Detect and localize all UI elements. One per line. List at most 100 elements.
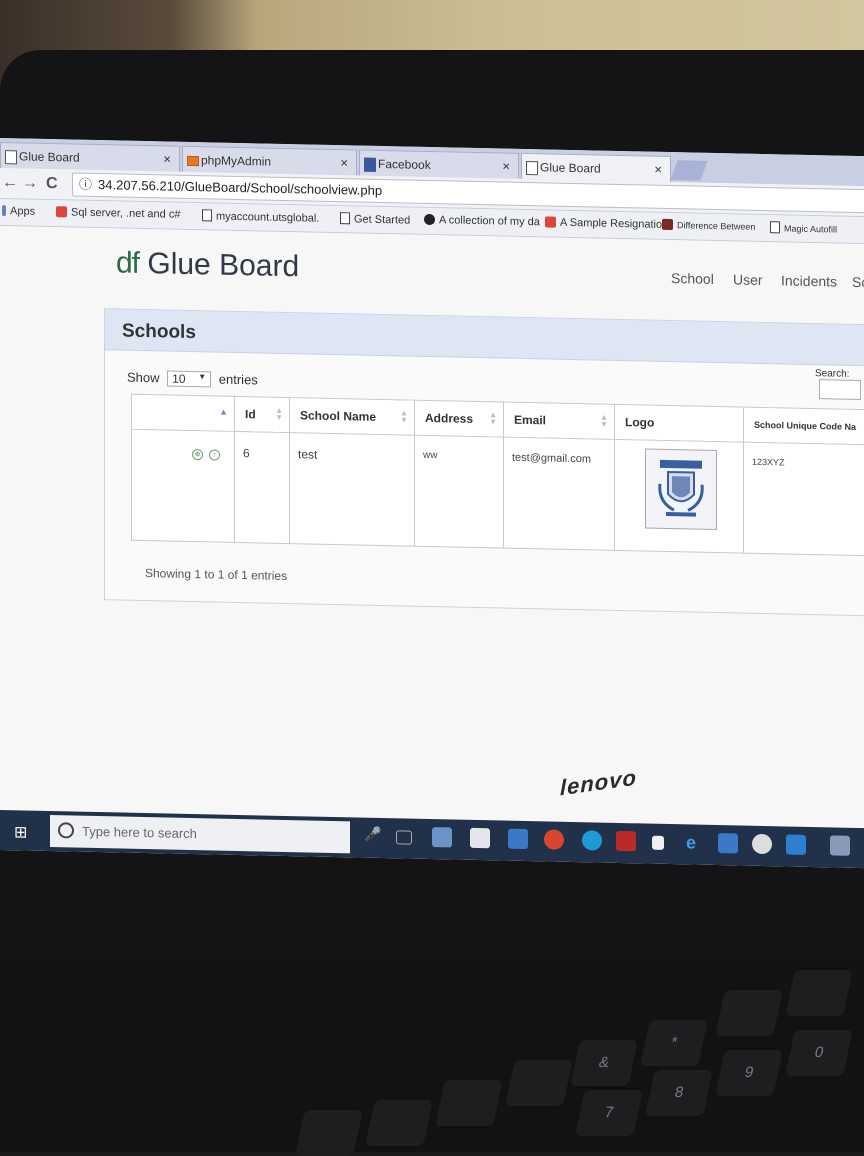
sort-icon: ▲▼	[489, 411, 497, 425]
entries-select[interactable]: 10 ▼	[167, 371, 211, 388]
column-header-email[interactable]: Email▲▼	[504, 402, 615, 439]
notes-icon[interactable]	[652, 836, 664, 850]
system-tray-icon[interactable]	[830, 835, 850, 855]
skype-icon[interactable]	[582, 830, 602, 850]
tab-glue-board-2[interactable]: Glue Board ×	[521, 153, 671, 182]
close-icon[interactable]: ×	[340, 150, 348, 176]
windows-start-icon[interactable]: ⊞	[14, 822, 27, 842]
brand-prefix: df	[116, 246, 139, 279]
table-info: Showing 1 to 1 of 1 entries	[145, 566, 287, 583]
page-content: df Glue Board School User Incidents Sc S…	[0, 226, 864, 844]
search-placeholder: Type here to search	[82, 824, 197, 841]
close-icon[interactable]: ×	[654, 157, 662, 183]
cell-id: 6	[235, 431, 290, 543]
edit-icon[interactable]: ↑	[209, 449, 220, 460]
key-blank	[715, 990, 783, 1036]
info-icon[interactable]: ⓘ	[79, 174, 92, 196]
forward-icon[interactable]: →	[22, 174, 38, 192]
chrome-icon[interactable]	[544, 829, 564, 849]
bookmark-difference[interactable]: Difference Between	[662, 219, 755, 232]
nav-more[interactable]: Sc	[852, 274, 864, 290]
laptop-screen: Glue Board × phpMyAdmin × Facebook × Glu…	[0, 138, 864, 868]
column-label: Address	[425, 411, 473, 426]
app-icon[interactable]	[718, 833, 738, 853]
close-icon[interactable]: ×	[163, 146, 171, 172]
bookmark-icon	[56, 206, 67, 217]
nav-school[interactable]: School	[671, 270, 714, 287]
new-tab-button[interactable]	[670, 160, 707, 180]
cell-school-name: test	[290, 433, 415, 547]
cortana-icon	[58, 822, 74, 838]
bookmark-magic-autofill[interactable]: Magic Autofill	[770, 221, 837, 234]
bookmark-label: A Sample Resignatio	[560, 217, 662, 231]
panel-header: Schools	[105, 309, 864, 366]
column-header-logo[interactable]: Logo	[615, 404, 744, 442]
table-row: ⊕↑ 6 test ww test@gmail.com	[132, 429, 864, 556]
key-9: 9	[715, 1050, 783, 1096]
store-icon[interactable]	[470, 828, 490, 848]
edge-icon[interactable]: e	[686, 832, 706, 852]
bookmark-collection[interactable]: A collection of my da	[424, 214, 540, 228]
nav-user[interactable]: User	[733, 271, 763, 288]
column-header-id[interactable]: Id▲▼	[235, 396, 290, 432]
column-header-address[interactable]: Address ▲▼	[415, 400, 504, 437]
task-view-icon[interactable]	[396, 830, 412, 844]
site-logo[interactable]: df Glue Board	[116, 246, 299, 284]
tab-phpmyadmin[interactable]: phpMyAdmin ×	[182, 146, 357, 176]
back-icon[interactable]: ←	[2, 174, 18, 192]
key-blank	[295, 1110, 363, 1156]
column-header-controls[interactable]: ▲	[132, 394, 235, 431]
cell-unique-code: 123XYZ	[744, 442, 864, 556]
app-icon[interactable]	[752, 834, 772, 854]
phpmyadmin-icon	[187, 156, 199, 166]
tab-title: phpMyAdmin	[201, 153, 271, 168]
page-icon	[526, 161, 538, 175]
column-label: School Name	[300, 408, 376, 424]
app-icon[interactable]	[786, 834, 806, 854]
tab-glue-board-1[interactable]: Glue Board ×	[0, 142, 180, 172]
schools-table: ▲ Id▲▼ School Name▲▼ Address▲▼ Email▲▼ L…	[131, 394, 864, 557]
bookmark-label: myaccount.utsglobal.	[216, 211, 319, 225]
bookmark-label: Get Started	[354, 213, 410, 226]
sort-icon: ▲▼	[400, 409, 408, 423]
row-controls: ⊕↑	[132, 429, 235, 542]
key-blank	[365, 1100, 433, 1146]
column-label: Logo	[625, 415, 654, 430]
bookmark-icon	[662, 219, 673, 230]
key-8: 8	[645, 1070, 713, 1116]
column-header-school-name[interactable]: School Name ▲▼	[290, 398, 415, 436]
bookmark-label: A collection of my da	[439, 214, 540, 228]
schools-panel: Schools Show 10 ▼ entries Search: ▲ Id▲▼…	[104, 308, 864, 616]
bookmark-resignation[interactable]: A Sample Resignatio	[545, 216, 662, 230]
close-icon[interactable]: ×	[502, 154, 510, 180]
url-text: 34.207.56.210/GlueBoard/School/schoolvie…	[98, 177, 382, 198]
bookmark-label: Sql server, .net and c#	[71, 206, 180, 220]
bookmark-icon	[424, 214, 435, 225]
bookmark-get-started[interactable]: Get Started	[340, 212, 410, 226]
bookmark-apps[interactable]: Apps	[2, 205, 35, 218]
microphone-icon[interactable]: 🎤	[364, 826, 384, 846]
taskbar-search-input[interactable]: Type here to search	[50, 815, 350, 853]
file-explorer-icon[interactable]	[432, 827, 452, 847]
computer-icon[interactable]	[508, 829, 528, 849]
filezilla-icon[interactable]	[616, 831, 636, 851]
facebook-icon	[364, 158, 376, 172]
bookmark-label: Apps	[10, 205, 35, 218]
cell-logo	[615, 439, 744, 553]
key-blank	[435, 1080, 503, 1126]
column-label: Email	[514, 413, 546, 428]
tab-facebook[interactable]: Facebook ×	[359, 150, 519, 179]
sort-icon: ▲▼	[275, 407, 283, 421]
nav-incidents[interactable]: Incidents	[781, 272, 837, 289]
page-icon	[202, 209, 212, 221]
key-asterisk: *	[640, 1020, 708, 1066]
page-icon	[340, 212, 350, 224]
column-header-unique-code[interactable]: School Unique Code Na	[744, 407, 864, 445]
bookmark-sql-server[interactable]: Sql server, .net and c#	[56, 206, 180, 221]
view-icon[interactable]: ⊕	[192, 449, 203, 460]
search-control: Search:	[815, 368, 864, 400]
bookmark-myaccount[interactable]: myaccount.utsglobal.	[202, 209, 319, 224]
reload-icon[interactable]: C	[46, 175, 58, 193]
page-icon	[770, 221, 780, 233]
search-input[interactable]	[819, 379, 861, 400]
